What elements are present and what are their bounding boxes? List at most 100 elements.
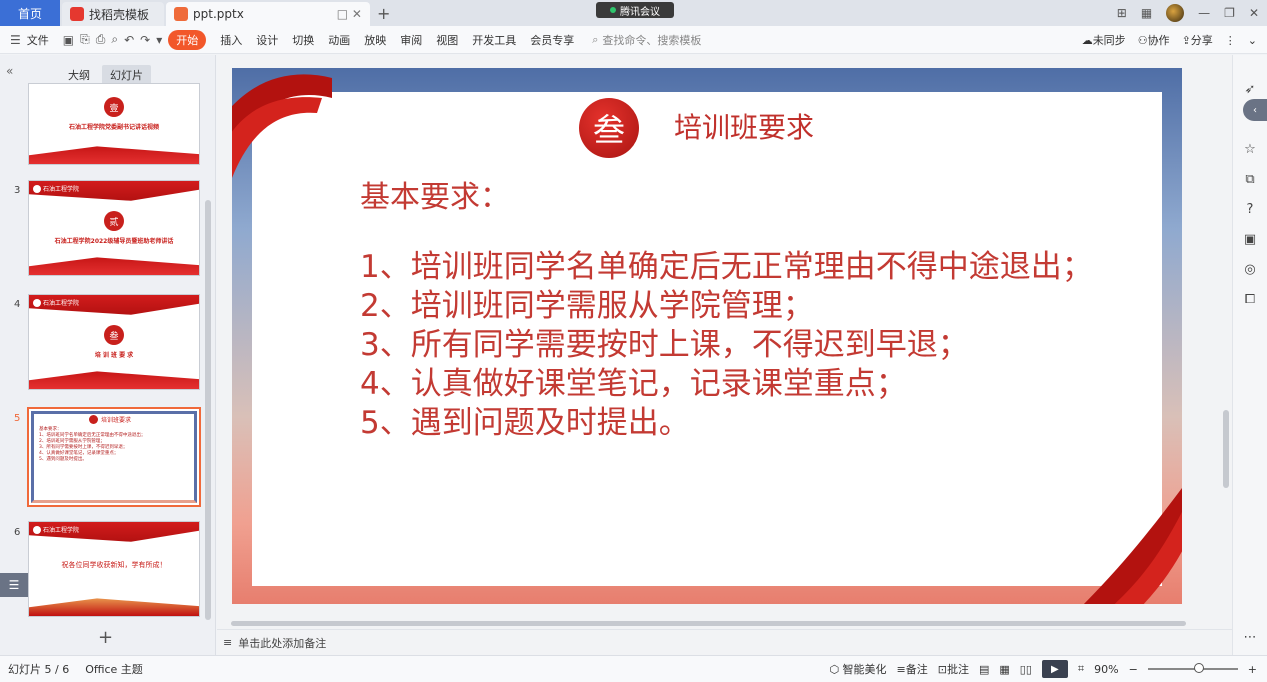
minimize-icon[interactable]: — [1198,6,1210,20]
sorter-view-icon[interactable]: ▦ [999,663,1009,676]
status-bar: 幻灯片 5 / 6 Office 主题 ⬡ 智能美化 ≡备注 ⊡批注 ▤ ▦ ▯… [0,655,1267,682]
tab-ppt[interactable]: ppt.pptx □ ✕ [166,2,370,26]
expand-panel-icon[interactable]: ‹ [1243,99,1267,121]
meeting-indicator[interactable]: 腾讯会议 [596,2,674,18]
collab-button[interactable]: ⚇协作 [1138,32,1170,48]
image-icon[interactable]: ▣ [1242,231,1258,247]
menu-icon[interactable]: ☰ [10,33,21,47]
zoom-out-icon[interactable]: − [1129,663,1138,676]
undo-icon[interactable]: ↶ [124,33,134,47]
new-tab-button[interactable]: + [377,4,390,23]
menu-start[interactable]: 开始 [168,29,207,50]
avatar[interactable] [1166,4,1185,22]
file-menu[interactable]: 文件 [27,32,49,48]
add-slide-button[interactable]: + [98,627,113,648]
close-icon[interactable]: ✕ [1249,6,1259,20]
slide-thumbnail-6[interactable]: 石油工程学院 祝各位同学收获新知，学有所成！ [28,521,200,617]
slide-thumbnail-3[interactable]: 石油工程学院 贰 石油工程学院2022级辅导员暨班助老师讲话 [28,180,200,276]
search-icon[interactable]: ⌕ [592,33,598,47]
panel-scrollbar[interactable] [205,200,211,620]
cloud-icon: ☁ [1081,34,1093,47]
theme-name[interactable]: Office 主题 [85,661,143,677]
slide-title[interactable]: 培训班要求 [674,106,814,146]
slide-thumbnail-5[interactable]: 培训班要求 基本要求： 1、培训班同学名单确定后无正常理由不得中途退出； 2、培… [27,407,201,507]
slide-subtitle[interactable]: 基本要求： [360,172,510,216]
star-icon[interactable]: ☆ [1242,141,1258,157]
thumb-caption: 石油工程学院2022级辅导员暨班助老师讲话 [54,238,174,245]
beautify-button[interactable]: ⬡ 智能美化 [829,661,886,677]
thumb-title: 培训班要求 [89,415,131,424]
help-icon[interactable]: ? [1242,201,1258,217]
panel-tabs: 大纲 幻灯片 [60,65,151,85]
thumb-number: 6 [14,527,21,538]
notes-button[interactable]: ≡备注 [897,661,928,677]
comments-button[interactable]: ⊡批注 [938,661,969,677]
export-icon[interactable]: ⎘ [80,32,90,47]
grid-icon[interactable]: ▦ [1141,6,1152,20]
menu-transition[interactable]: 切换 [292,32,314,48]
tab-slides[interactable]: 幻灯片 [102,65,151,85]
red-ribbon-decoration [29,146,199,164]
thumb-number: 4 [14,299,21,310]
zoom-level[interactable]: 90% [1094,663,1118,676]
close-tab-icon[interactable]: □ ✕ [337,7,362,21]
command-search[interactable]: 查找命令、搜索模板 [602,32,701,48]
section-badge: 壹 [104,97,124,117]
reading-view-icon[interactable]: ▯▯ [1020,663,1032,676]
redo-icon[interactable]: ↷ [140,33,150,47]
thumb-caption: 祝各位同学收获新知，学有所成！ [61,561,167,569]
menu-review[interactable]: 审阅 [400,32,422,48]
sync-button[interactable]: ☁未同步 [1082,32,1126,48]
home-tab[interactable]: 首页 [0,0,60,26]
tab-template[interactable]: 找稻壳模板 [62,2,164,26]
list-view-icon[interactable]: ☰ [0,573,28,597]
book-icon[interactable]: ⧠ [1242,291,1258,307]
play-icon[interactable]: ▶ [1041,660,1068,678]
zoom-slider[interactable] [1147,663,1238,673]
menu-insert[interactable]: 插入 [220,32,242,48]
share-icon: ⇪ [1181,34,1191,47]
comment-icon: ⊡ [937,663,947,676]
preview-icon[interactable]: ⌕ [111,32,118,47]
print-icon[interactable]: ⎙ [96,32,106,47]
menu-member[interactable]: 会员专享 [530,32,574,48]
window-controls: ⊞ ▦ — ❐ ✕ [1117,4,1259,22]
slide-thumbnail-4[interactable]: 石油工程学院 叁 培 训 班 要 求 [28,294,200,390]
menu-view[interactable]: 视图 [436,32,458,48]
zoom-in-icon[interactable]: + [1248,663,1257,676]
list-item: 5、遇到问题及时提出。 [360,405,690,441]
notes-placeholder[interactable]: 单击此处添加备注 [238,635,326,651]
menu-devtools[interactable]: 开发工具 [472,32,516,48]
requirements-list[interactable]: 1、培训班同学名单确定后无正常理由不得中途退出； 2、培训班同学需服从学院管理；… [360,248,1093,443]
docer-logo-icon [70,7,84,21]
rocket-icon[interactable]: ➶ [1242,81,1258,97]
location-icon[interactable]: ◎ [1242,261,1258,277]
current-slide[interactable]: 叁 培训班要求 基本要求： 1、培训班同学名单确定后无正常理由不得中途退出； 2… [232,68,1182,604]
horizontal-scrollbar[interactable] [217,618,1220,629]
fit-icon[interactable]: ⌗ [1078,662,1084,676]
save-icon[interactable]: ▣ [63,33,74,47]
more-options-icon[interactable]: ⋯ [1242,629,1258,645]
collapse-panel-icon[interactable]: « [6,64,13,78]
menu-animation[interactable]: 动画 [328,32,350,48]
vertical-scrollbar[interactable] [1220,55,1232,629]
normal-view-icon[interactable]: ▤ [979,663,989,676]
dropdown-icon[interactable]: ▾ [156,33,162,47]
menu-slideshow[interactable]: 放映 [364,32,386,48]
school-logo: 石油工程学院 [33,184,79,193]
share-button[interactable]: ⇪分享 [1182,32,1213,48]
red-ribbon-decoration [232,74,332,178]
tab-outline[interactable]: 大纲 [60,65,98,85]
restore-icon[interactable]: ❐ [1224,6,1235,20]
collapse-ribbon-icon[interactable]: ⌄ [1248,34,1257,47]
tab-label: ppt.pptx [193,7,244,21]
notes-pane[interactable]: ≡ 单击此处添加备注 [217,629,1232,655]
menu-design[interactable]: 设计 [256,32,278,48]
slide-thumbnail-panel: « 大纲 幻灯片 壹 石油工程学院党委副书记讲话视频 3 石油工程学院 贰 石油… [0,55,216,655]
replace-icon[interactable]: ⧉ [1242,171,1258,187]
layout-icon[interactable]: ⊞ [1117,6,1127,20]
more-icon[interactable]: ⋮ [1225,34,1236,47]
slide-thumbnail-2[interactable]: 壹 石油工程学院党委副书记讲话视频 [28,83,200,165]
tab-label: 找稻壳模板 [89,7,150,22]
red-ribbon-decoration [1083,487,1182,604]
